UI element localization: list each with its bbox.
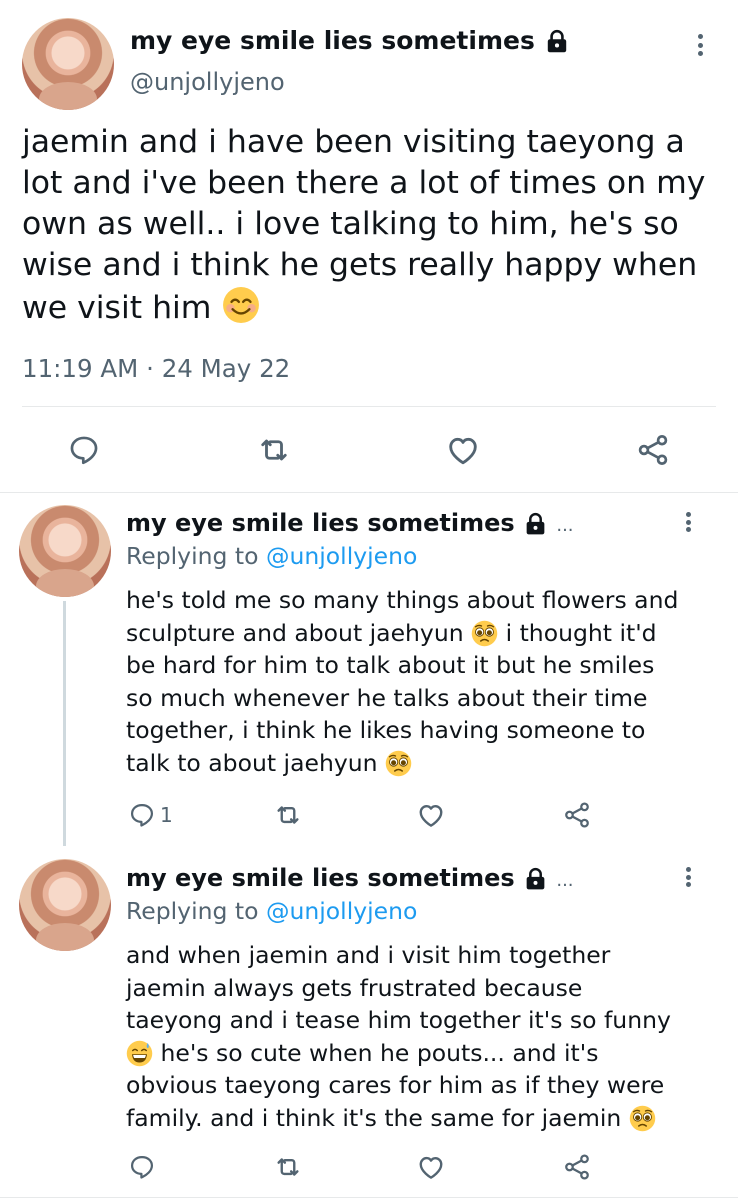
avatar[interactable]: [19, 505, 111, 597]
more-icon[interactable]: [696, 34, 704, 56]
grinning-sweat-emoji-icon: [126, 1040, 153, 1066]
smiling-face-emoji-icon: [222, 287, 259, 323]
reply-text-line: he's so cute when he pouts... and it's: [126, 1037, 726, 1070]
share-button[interactable]: [561, 800, 593, 830]
divider: [0, 1197, 738, 1198]
like-button[interactable]: [415, 800, 447, 830]
replying-to-label: Replying to: [126, 897, 259, 925]
retweet-icon: [277, 1158, 299, 1176]
reply-text-segment: talk to about jaehyun: [126, 748, 378, 777]
tweet-date: 24 May 22: [161, 354, 291, 383]
avatar[interactable]: [19, 859, 111, 951]
like-button[interactable]: [443, 430, 483, 470]
name-ellipsis: ...: [556, 515, 574, 536]
reply-text-line: talk to about jaehyun: [126, 747, 726, 780]
meta-separator: ·: [146, 354, 154, 383]
tweet-text-body: jaemin and i have been visiting taeyong …: [22, 124, 706, 326]
reply-text-segment: sculpture and about jaehyun: [126, 618, 464, 647]
reply-text-line: he's told me so many things about flower…: [126, 586, 679, 614]
reply-text-line: and when jaemin and i visit him together: [126, 941, 611, 969]
like-icon: [449, 437, 477, 465]
reply-button[interactable]: 1: [128, 800, 173, 830]
lock-icon: [526, 512, 545, 534]
reply-text: and when jaemin and i visit him together…: [126, 939, 726, 1134]
tweet-time: 11:19 AM: [22, 354, 139, 383]
lock-icon: [526, 867, 545, 889]
reply-text-line: taeyong and i tease him together it's so…: [126, 1006, 671, 1034]
share-icon: [638, 435, 668, 465]
reply-text-line: obvious taeyong cares for him as if they…: [126, 1071, 665, 1099]
replying-to-handle[interactable]: @unjollyjeno: [266, 542, 417, 570]
name-ellipsis: ...: [556, 870, 574, 891]
replying-to: Replying to @unjollyjeno: [126, 542, 417, 570]
reply-icon: [70, 436, 98, 465]
retweet-button[interactable]: [272, 800, 304, 830]
share-button[interactable]: [561, 1152, 593, 1182]
replying-to-label: Replying to: [126, 542, 259, 570]
share-icon: [565, 1154, 589, 1180]
pleading-face-emoji-icon: [629, 1105, 656, 1131]
pleading-face-emoji-icon: [471, 620, 498, 646]
display-name[interactable]: my eye smile lies sometimes ...: [126, 509, 574, 537]
display-name[interactable]: my eye smile lies sometimes: [130, 26, 570, 55]
share-icon: [565, 802, 589, 828]
replying-to: Replying to @unjollyjeno: [126, 897, 417, 925]
lock-icon: [547, 29, 566, 53]
avatar[interactable]: [22, 18, 114, 110]
reply-text-segment: family. and i think it's the same for ja…: [126, 1103, 622, 1132]
more-icon[interactable]: [684, 867, 692, 887]
reply-text-line: together, i think he likes having someon…: [126, 716, 646, 744]
thread-line: [63, 601, 66, 846]
display-name-text: my eye smile lies sometimes: [126, 509, 515, 537]
share-button[interactable]: [633, 430, 673, 470]
reply-text-segment: i thought it'd: [505, 618, 657, 647]
reply-text-line: be hard for him to talk about it but he …: [126, 651, 655, 679]
like-button[interactable]: [415, 1152, 447, 1182]
reply-text-line: so much whenever he talks about their ti…: [126, 683, 648, 712]
reply-button[interactable]: [128, 1152, 160, 1182]
handle[interactable]: @unjollyjeno: [130, 68, 285, 96]
divider: [22, 406, 716, 407]
more-icon[interactable]: [684, 512, 692, 532]
reply-button[interactable]: [64, 430, 104, 470]
like-icon: [419, 804, 443, 827]
retweet-icon: [277, 806, 299, 824]
retweet-icon: [261, 439, 287, 461]
replying-to-handle[interactable]: @unjollyjeno: [266, 897, 417, 925]
display-name[interactable]: my eye smile lies sometimes ...: [126, 864, 574, 892]
timestamp[interactable]: 11:19 AM · 24 May 22: [22, 354, 290, 383]
tweet-text: jaemin and i have been visiting taeyong …: [22, 122, 712, 329]
reply-text-segment: he's so cute when he pouts... and it's: [160, 1038, 599, 1067]
display-name-text: my eye smile lies sometimes: [130, 26, 535, 55]
retweet-button[interactable]: [254, 430, 294, 470]
retweet-button[interactable]: [272, 1152, 304, 1182]
like-icon: [419, 1156, 443, 1179]
pleading-face-emoji-icon: [385, 750, 412, 776]
reply-text-line: family. and i think it's the same for ja…: [126, 1102, 726, 1135]
reply-text: he's told me so many things about flower…: [126, 584, 726, 779]
reply-icon: [130, 1155, 154, 1179]
reply-icon: [130, 803, 154, 827]
display-name-text: my eye smile lies sometimes: [126, 864, 515, 892]
reply-count: 1: [160, 803, 173, 827]
reply-text-line: jaemin always gets frustrated because: [126, 973, 583, 1002]
reply-text-line: sculpture and about jaehyun i thought it…: [126, 617, 726, 650]
divider: [0, 492, 738, 493]
